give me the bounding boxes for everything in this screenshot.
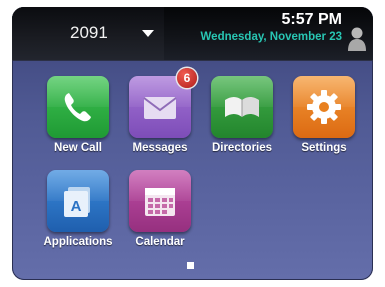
envelope-icon (143, 97, 177, 119)
applications-icon: A (64, 187, 90, 217)
dropdown-arrow-icon (142, 30, 154, 37)
phone-screen: 2091 5:57 PM Wednesday, November 23 New … (12, 7, 373, 280)
app-new-call[interactable]: New Call (38, 76, 118, 154)
clock-date: Wednesday, November 23 (200, 31, 342, 43)
app-label: New Call (54, 142, 102, 154)
svg-text:A: A (71, 198, 82, 215)
app-label: Settings (301, 142, 347, 154)
clock-time: 5:57 PM (281, 11, 342, 28)
directories-tile[interactable] (211, 76, 273, 138)
status-bar: 2091 5:57 PM Wednesday, November 23 (12, 7, 373, 61)
app-label: Directories (211, 142, 273, 154)
book-icon (225, 97, 259, 117)
app-messages[interactable]: 6 Messages (120, 68, 200, 154)
messages-tile[interactable]: 6 (129, 68, 197, 138)
user-icon[interactable] (347, 26, 367, 52)
app-label: Applications (43, 236, 113, 248)
app-settings[interactable]: Settings (284, 76, 364, 154)
phone-icon (64, 93, 91, 122)
calendar-icon (145, 188, 175, 216)
settings-tile[interactable] (293, 76, 355, 138)
app-label: Calendar (135, 236, 185, 248)
app-calendar[interactable]: Calendar (120, 170, 200, 248)
app-directories[interactable]: Directories (202, 76, 282, 154)
applications-tile[interactable]: A (47, 170, 109, 232)
line-selector[interactable]: 2091 (12, 7, 164, 60)
new-call-tile[interactable] (47, 76, 109, 138)
gear-icon (307, 90, 341, 124)
calendar-tile[interactable] (129, 170, 191, 232)
line-number: 2091 (70, 23, 108, 42)
app-label: Messages (132, 142, 188, 154)
page-indicator (187, 262, 194, 269)
app-applications[interactable]: A Applications (38, 170, 118, 248)
unread-badge: 6 (177, 68, 197, 88)
